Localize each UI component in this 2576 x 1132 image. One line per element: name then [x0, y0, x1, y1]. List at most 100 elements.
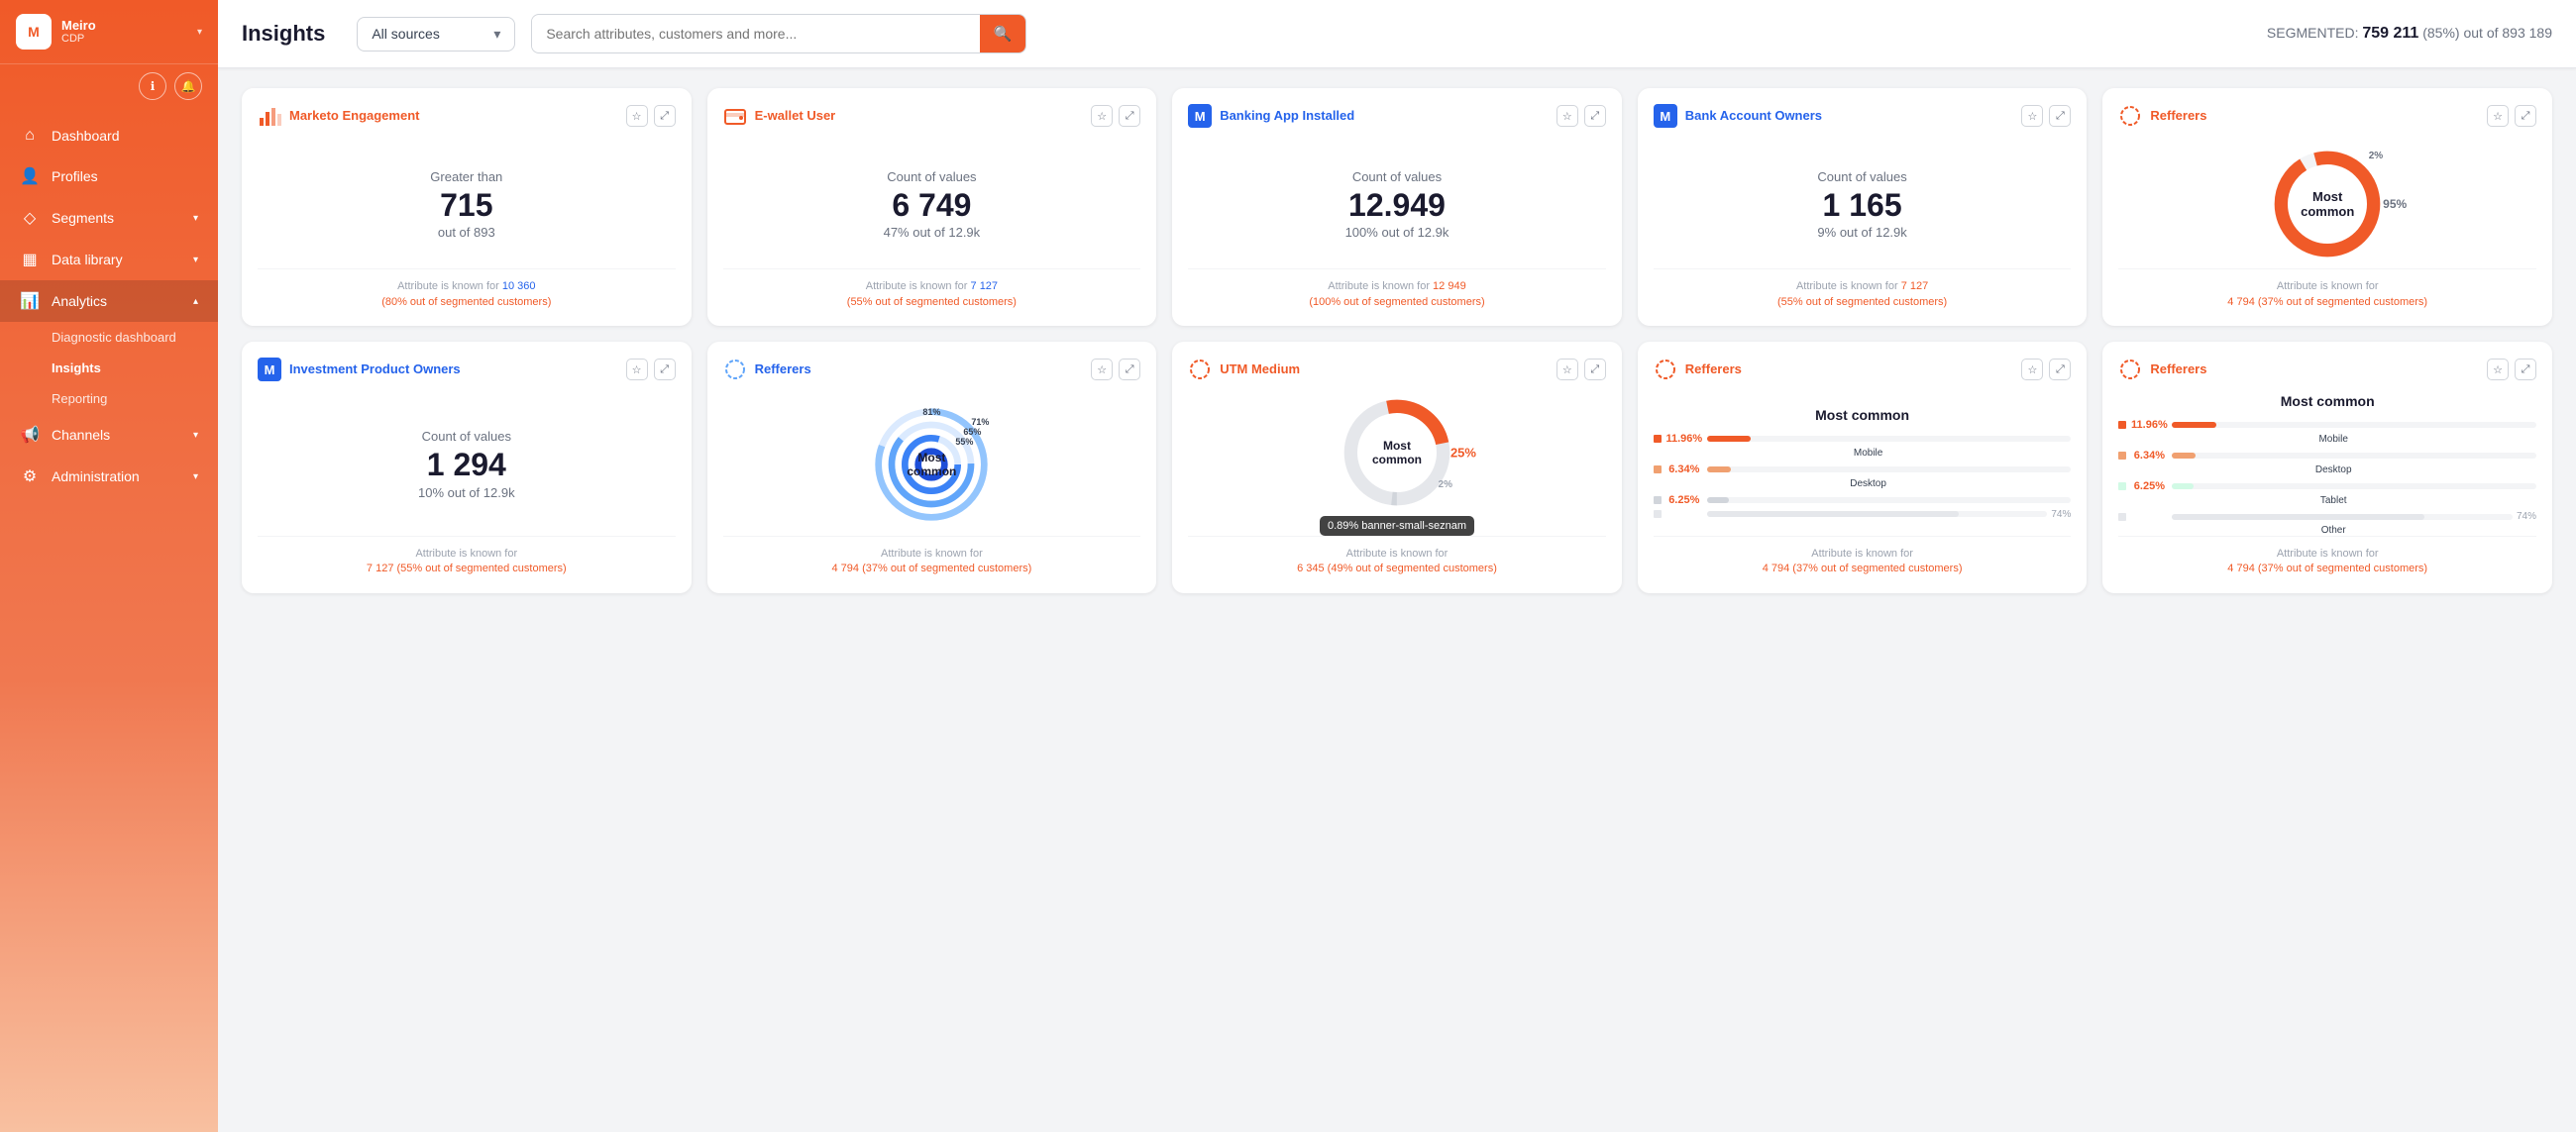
expand-button[interactable]: ⤢ — [654, 105, 676, 127]
pct-71: 71% — [971, 417, 989, 427]
bar-row-2: 6.34% — [1654, 463, 2072, 475]
sidebar-item-profiles[interactable]: 👤 Profiles — [0, 155, 218, 197]
card-banking-app: M Banking App Installed ☆ ⤢ Count of val… — [1172, 88, 1622, 326]
bar2-color-2 — [2118, 452, 2126, 460]
bar-chart-title: Most common — [1815, 407, 1909, 423]
footer-link[interactable]: 7 127 (55% out of segmented customers) — [367, 563, 567, 574]
card-body: Count of values 6 749 47% out of 12.9k — [723, 140, 1141, 268]
bar-fill-2 — [1707, 466, 1731, 472]
card-body: Greater than 715 out of 893 — [258, 140, 676, 268]
card-footer: Attribute is known for 7 127 (55% out of… — [1654, 268, 2072, 310]
card-title: Bank Account Owners — [1685, 108, 2014, 125]
search-input[interactable] — [532, 17, 979, 51]
card-actions: ☆ ⤢ — [2021, 359, 2071, 380]
card-body: Mostcommon 81% 71% 65% 55% — [723, 393, 1141, 536]
card-title: Refferers — [2150, 108, 2479, 125]
card-refferers-1: Refferers ☆ ⤢ Mostcommon 2% 95% — [2102, 88, 2552, 326]
bar-chart-2: 11.96% Mobile 6.34% — [2118, 419, 2536, 536]
bar-chart2-title: Most common — [2281, 393, 2375, 409]
refferers-1-icon — [2118, 104, 2142, 128]
bar-row-1: 11.96% — [1654, 433, 2072, 445]
bar2-color-other — [2118, 513, 2126, 521]
expand-button[interactable]: ⤢ — [1119, 359, 1140, 380]
footer-link2[interactable]: (55% out of segmented customers) — [1777, 296, 1947, 308]
bar-color-other — [1654, 510, 1662, 518]
expand-button[interactable]: ⤢ — [2049, 359, 2071, 380]
favorite-button[interactable]: ☆ — [1091, 359, 1113, 380]
sidebar-item-label: Analytics — [52, 293, 107, 309]
footer-link[interactable]: 4 794 (37% out of segmented customers) — [1763, 563, 1963, 574]
footer-link[interactable]: 12 949 — [1433, 280, 1466, 292]
favorite-button[interactable]: ☆ — [2021, 105, 2043, 127]
favorite-button[interactable]: ☆ — [1556, 359, 1578, 380]
sidebar-logo[interactable]: M Meiro CDP ▾ — [0, 0, 218, 64]
expand-button[interactable]: ⤢ — [654, 359, 676, 380]
bar-row-other: 74% — [1654, 509, 2072, 520]
sidebar-item-dashboard[interactable]: ⌂ Dashboard — [0, 116, 218, 155]
utm-donut-chart: Mostcommon 25% 2% — [1338, 393, 1456, 512]
notification-icon-btn[interactable]: 🔔 — [174, 72, 202, 100]
bar2-track-1 — [2172, 422, 2536, 428]
bar2-pct-2: 6.34% — [2130, 450, 2168, 462]
logo-caret-icon[interactable]: ▾ — [197, 27, 202, 38]
favorite-button[interactable]: ☆ — [2487, 359, 2509, 380]
footer-link[interactable]: 4 794 (37% out of segmented customers) — [2227, 296, 2427, 308]
sidebar-sub-diagnostic[interactable]: Diagnostic dashboard — [0, 322, 218, 353]
expand-button[interactable]: ⤢ — [2049, 105, 2071, 127]
sidebar-item-channels[interactable]: 📢 Channels ▾ — [0, 414, 218, 456]
page-title: Insights — [242, 21, 325, 47]
footer-link[interactable]: 6 345 (49% out of segmented customers) — [1297, 563, 1497, 574]
footer-link[interactable]: 7 127 — [1901, 280, 1929, 292]
favorite-button[interactable]: ☆ — [626, 105, 648, 127]
search-button[interactable]: 🔍 — [980, 15, 1026, 52]
card-body: Count of values 1 294 10% out of 12.9k — [258, 393, 676, 536]
bar2-track-3 — [2172, 483, 2536, 489]
bar-chart: 11.96% Mobile 6.34% — [1654, 433, 2072, 523]
sidebar-item-data-library[interactable]: ▦ Data library ▾ — [0, 239, 218, 280]
sidebar-item-label: Segments — [52, 210, 114, 226]
footer-link[interactable]: 10 360 — [502, 280, 536, 292]
card-number: 6 749 — [892, 188, 971, 223]
expand-button[interactable]: ⤢ — [1584, 105, 1606, 127]
favorite-button[interactable]: ☆ — [2021, 359, 2043, 380]
info-icon-btn[interactable]: ℹ — [139, 72, 166, 100]
sidebar-item-label: Dashboard — [52, 128, 120, 144]
banking-app-icon: M — [1188, 104, 1212, 128]
footer-link2[interactable]: (55% out of segmented customers) — [847, 296, 1017, 308]
favorite-button[interactable]: ☆ — [1091, 105, 1113, 127]
bar2-fill-other — [2172, 514, 2423, 520]
footer-link2[interactable]: (80% out of segmented customers) — [381, 296, 551, 308]
sidebar-item-segments[interactable]: ◇ Segments ▾ — [0, 197, 218, 239]
bar2-label-3: Tablet — [2118, 495, 2536, 506]
favorite-button[interactable]: ☆ — [2487, 105, 2509, 127]
expand-button[interactable]: ⤢ — [2515, 359, 2536, 380]
card-footer: Attribute is known for 4 794 (37% out of… — [2118, 536, 2536, 577]
card-body: Mostcommon 25% 2% 0.89% banner-small-sez… — [1188, 393, 1606, 536]
card-footer: Attribute is known for 10 360 (80% out o… — [258, 268, 676, 310]
sidebar-item-administration[interactable]: ⚙ Administration ▾ — [0, 456, 218, 497]
sidebar-item-label: Profiles — [52, 168, 98, 184]
bar2-row-2: 6.34% — [2118, 450, 2536, 462]
bar-color-1 — [1654, 435, 1662, 443]
footer-link[interactable]: 4 794 (37% out of segmented customers) — [832, 563, 1032, 574]
footer-link[interactable]: 7 127 — [971, 280, 999, 292]
source-select[interactable]: All sources ▾ — [357, 17, 515, 51]
card-number: 1 165 — [1823, 188, 1902, 223]
card-footer: Attribute is known for 7 127 (55% out of… — [258, 536, 676, 577]
favorite-button[interactable]: ☆ — [626, 359, 648, 380]
sidebar-sub-reporting[interactable]: Reporting — [0, 383, 218, 414]
investment-icon: M — [258, 358, 281, 381]
donut-chart: Mostcommon 2% 95% — [2268, 145, 2387, 263]
expand-button[interactable]: ⤢ — [2515, 105, 2536, 127]
footer-link2[interactable]: (100% out of segmented customers) — [1309, 296, 1484, 308]
sidebar-item-analytics[interactable]: 📊 Analytics ▴ — [0, 280, 218, 322]
card-actions: ☆ ⤢ — [1556, 105, 1606, 127]
bar-row-3: 6.25% — [1654, 494, 2072, 506]
expand-button[interactable]: ⤢ — [1119, 105, 1140, 127]
footer-link[interactable]: 4 794 (37% out of segmented customers) — [2227, 563, 2427, 574]
favorite-button[interactable]: ☆ — [1556, 105, 1578, 127]
expand-button[interactable]: ⤢ — [1584, 359, 1606, 380]
sidebar-sub-insights[interactable]: Insights — [0, 353, 218, 383]
bar-fill-1 — [1707, 436, 1751, 442]
bar2-num-other: 74% — [2517, 511, 2536, 522]
